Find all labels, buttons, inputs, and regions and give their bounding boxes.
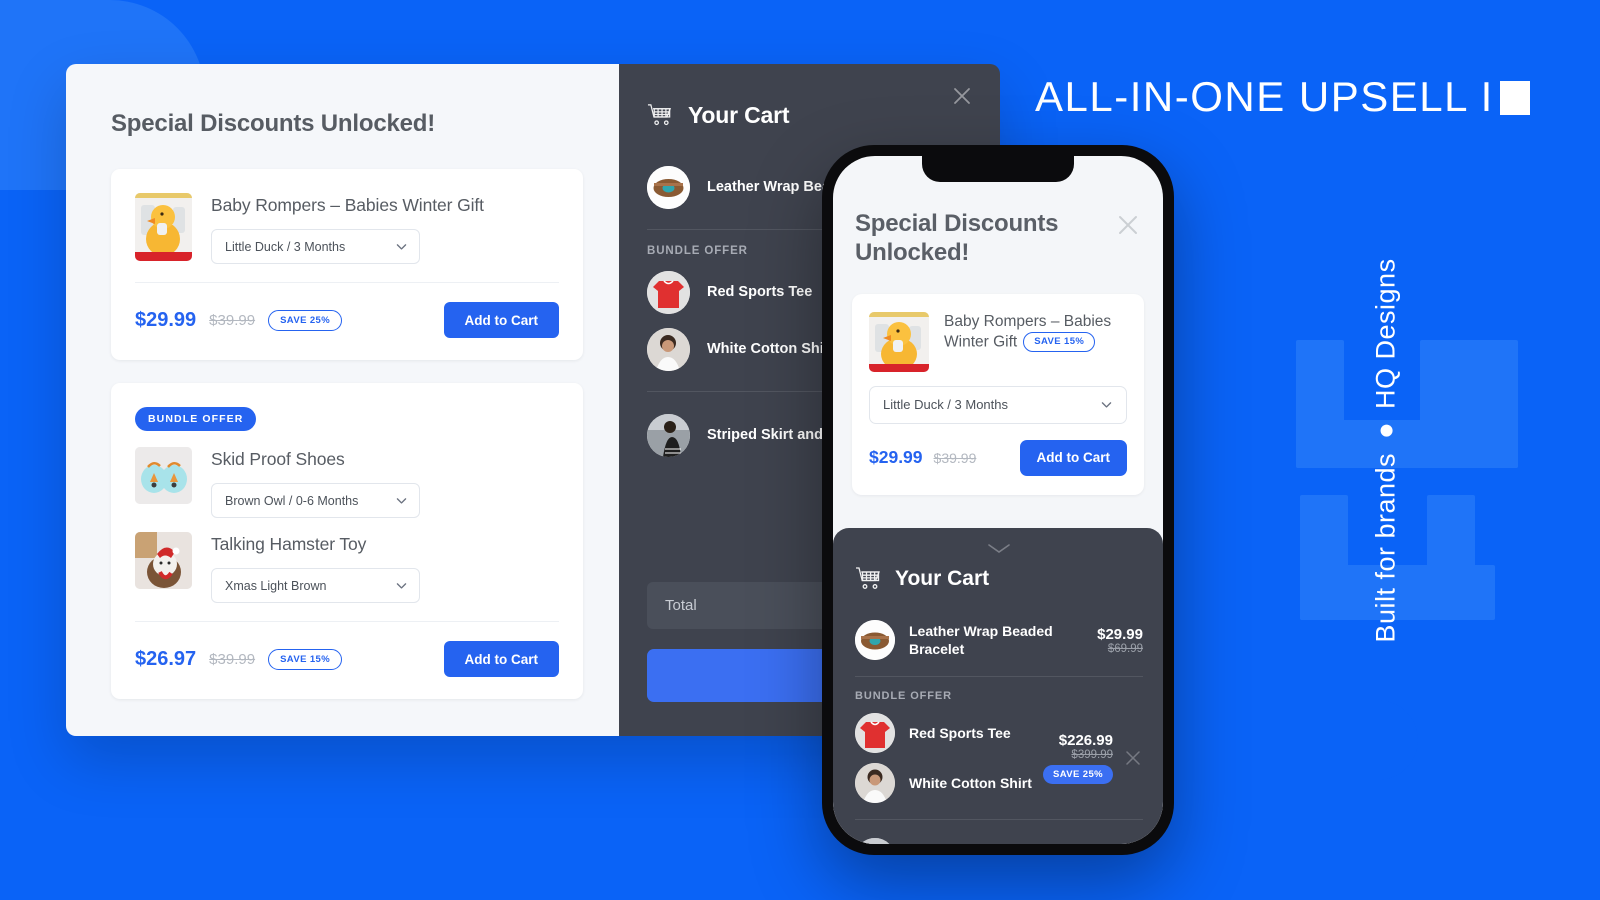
phone-notch xyxy=(922,156,1074,182)
chevron-down-icon xyxy=(1100,398,1113,411)
product-row: Skid Proof Shoes Brown Owl / 0-6 Months xyxy=(135,447,559,518)
vertical-tagline: Built for brands HQ Designs xyxy=(1194,0,1578,900)
phone-offers-title: Special Discounts Unlocked! xyxy=(855,210,1059,266)
red-sports-tee-avatar xyxy=(647,271,690,314)
product-row: Baby Rompers – Babies Winter Gift SAVE 15… xyxy=(869,311,1127,372)
variant-select-value: Brown Owl / 0-6 Months xyxy=(225,493,359,508)
chevron-down-icon[interactable] xyxy=(986,542,1012,555)
skid-proof-shoes-thumbnail xyxy=(135,447,192,504)
product-title: Skid Proof Shoes xyxy=(211,449,345,469)
shopping-cart-icon xyxy=(647,102,674,129)
striped-skirt-avatar xyxy=(855,838,895,844)
cart-item-name: Red Sports Tee xyxy=(909,724,1011,741)
cart-item[interactable]: White Cotton Shirt xyxy=(855,758,1033,808)
cart-item-name: Striped Skirt and Top xyxy=(909,840,1049,844)
bundle-products: Red Sports Tee White Cotton Shirt xyxy=(855,708,1033,808)
cart-item[interactable]: Leather Wrap Beaded Bracelet $29.99 $69.… xyxy=(855,615,1143,665)
variant-select[interactable]: Little Duck / 3 Months xyxy=(869,385,1127,424)
offer-card-bundle[interactable]: BUNDLE OFFER Skid Proof Shoes Brown Owl … xyxy=(111,383,583,699)
vertical-tagline-right: HQ Designs xyxy=(1370,257,1401,409)
price-original: $39.99 xyxy=(209,650,256,668)
add-to-cart-button[interactable]: Add to Cart xyxy=(443,641,559,677)
divider xyxy=(855,819,1143,820)
desktop-offers-pane: Special Discounts Unlocked! Baby Rompers… xyxy=(66,64,619,736)
phone-cart-sheet: Your Cart Leather Wrap Beaded Bracelet $… xyxy=(833,528,1163,844)
leather-bracelet-avatar xyxy=(647,166,690,209)
divider xyxy=(855,676,1143,677)
bullet-dot-icon xyxy=(1379,424,1392,437)
bundle-price-block: $226.99 $399.99 SAVE 25% xyxy=(1042,732,1113,784)
cart-title: Your Cart xyxy=(688,102,790,128)
cart-total-label: Total xyxy=(665,597,697,614)
phone-offer-card[interactable]: Baby Rompers – Babies Winter Gift SAVE 15… xyxy=(852,293,1144,495)
talking-hamster-toy-thumbnail xyxy=(135,532,192,589)
offers-title: Special Discounts Unlocked! xyxy=(111,110,436,137)
price-current: $26.97 xyxy=(135,647,197,670)
red-sports-tee-avatar xyxy=(855,713,895,753)
offer-card[interactable]: Baby Rompers – Babies Winter Gift Little… xyxy=(111,169,583,360)
product-title: Talking Hamster Toy xyxy=(211,534,367,554)
phone-mockup: Special Discounts Unlocked! Baby Rompers… xyxy=(822,145,1174,855)
cart-item-name: White Cotton Shirt xyxy=(909,774,1032,791)
price-current: $29.99 xyxy=(1097,625,1143,643)
white-cotton-shirt-avatar xyxy=(855,763,895,803)
price-original: $69.99 xyxy=(1107,642,1143,655)
cart-header: Your Cart xyxy=(647,102,966,129)
variant-select[interactable]: Little Duck / 3 Months xyxy=(211,229,420,264)
price-current: $226.99 xyxy=(1058,732,1113,749)
cart-bundle-label: BUNDLE OFFER xyxy=(855,690,952,702)
product-row: Talking Hamster Toy Xmas Light Brown xyxy=(135,532,559,603)
price-original: $399.99 xyxy=(1071,749,1113,761)
variant-select-value: Little Duck / 3 Months xyxy=(225,239,346,254)
add-to-cart-button[interactable]: Add to Cart xyxy=(1019,439,1127,476)
chevron-down-icon xyxy=(395,579,408,592)
price-original: $39.99 xyxy=(933,449,977,466)
price-current: $29.99 xyxy=(135,308,197,331)
variant-select-value: Xmas Light Brown xyxy=(225,578,327,593)
vertical-tagline-left: Built for brands xyxy=(1370,452,1401,643)
cart-item[interactable]: Striped Skirt and Top $50.00 xyxy=(855,833,1143,844)
close-icon[interactable] xyxy=(1115,212,1141,238)
cart-item-name: Leather Wrap Beaded Bracelet xyxy=(909,622,1053,657)
price-original: $39.99 xyxy=(209,311,256,329)
save-badge: SAVE 25% xyxy=(1042,765,1113,784)
offer-footer: $29.99 $39.99 SAVE 25% Add to Cart xyxy=(135,282,559,360)
price-current: $29.99 xyxy=(869,447,923,468)
chevron-down-icon xyxy=(395,494,408,507)
cart-item-name: White Cotton Shirt xyxy=(707,340,835,357)
cart-item[interactable]: Red Sports Tee xyxy=(855,708,1033,758)
save-badge: SAVE 15% xyxy=(268,648,343,670)
variant-select-value: Little Duck / 3 Months xyxy=(883,397,1008,413)
save-badge: SAVE 15% xyxy=(1023,331,1096,352)
cart-title: Your Cart xyxy=(895,567,990,590)
striped-skirt-avatar xyxy=(647,414,690,457)
product-row: Baby Rompers – Babies Winter Gift Little… xyxy=(135,193,559,264)
cart-item-name: Red Sports Tee xyxy=(707,283,813,300)
phone-screen: Special Discounts Unlocked! Baby Rompers… xyxy=(833,156,1163,844)
variant-select[interactable]: Xmas Light Brown xyxy=(211,568,420,603)
cart-header: Your Cart xyxy=(855,565,1143,593)
chevron-down-icon xyxy=(395,240,408,253)
white-cotton-shirt-avatar xyxy=(647,328,690,371)
baby-romper-duck-thumbnail xyxy=(135,193,192,261)
close-icon[interactable] xyxy=(1123,748,1143,768)
baby-romper-duck-thumbnail xyxy=(869,311,929,372)
variant-select[interactable]: Brown Owl / 0-6 Months xyxy=(211,483,420,518)
product-title: Baby Rompers – Babies Winter Gift xyxy=(211,195,484,215)
offer-footer: $26.97 $39.99 SAVE 15% Add to Cart xyxy=(135,621,559,699)
offer-footer: $29.99 $39.99 Add to Cart xyxy=(869,439,1127,476)
close-icon[interactable] xyxy=(950,84,974,108)
shopping-cart-icon xyxy=(855,565,883,593)
bundle-offer-badge: BUNDLE OFFER xyxy=(135,407,257,431)
add-to-cart-button[interactable]: Add to Cart xyxy=(443,302,559,338)
cart-item-price: $29.99 $69.99 xyxy=(1097,626,1143,655)
leather-bracelet-avatar xyxy=(855,620,895,660)
save-badge: SAVE 25% xyxy=(268,309,343,331)
cart-bundle-group[interactable]: Red Sports Tee White Cotton Shirt $226.9… xyxy=(855,708,1143,808)
